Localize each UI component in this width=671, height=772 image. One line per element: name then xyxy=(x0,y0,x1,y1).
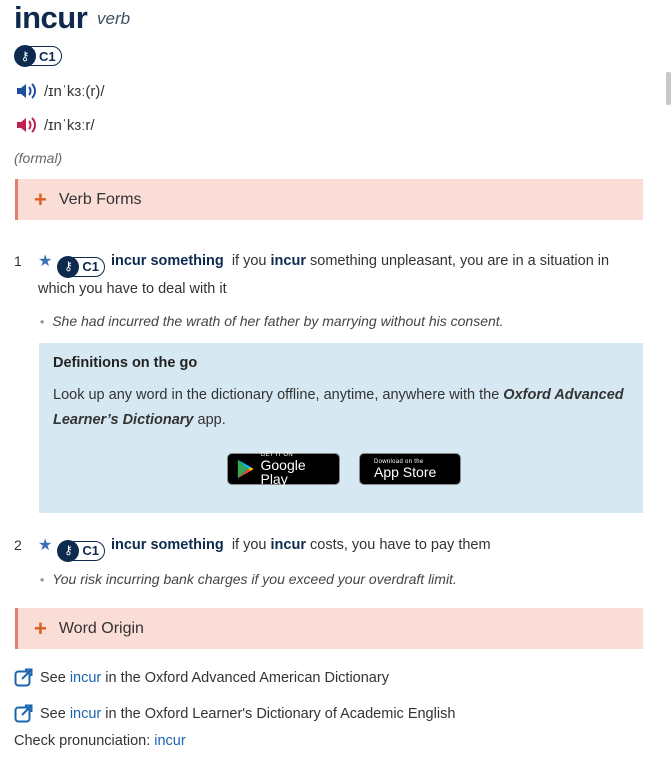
definition-keyword: incur xyxy=(270,537,306,553)
definition-prefix: if you xyxy=(231,537,267,553)
speaker-uk-icon[interactable] xyxy=(16,82,38,100)
verb-forms-label: Verb Forms xyxy=(58,190,142,208)
sense-level-badge[interactable]: ⚷ C1 xyxy=(57,539,105,562)
sense-level-label: C1 xyxy=(82,259,99,274)
oxford-5000-level-badge[interactable]: ⚷ C1 xyxy=(14,45,62,67)
example-sentence: She had incurred the wrath of her father… xyxy=(40,313,503,329)
google-play-button[interactable]: GET IT ON Google Play xyxy=(227,452,340,487)
key-icon: ⚷ xyxy=(57,539,80,562)
external-link-icon xyxy=(14,668,33,687)
part-of-speech: verb xyxy=(97,9,131,28)
definition-text: costs, you have to pay them xyxy=(310,537,491,553)
star-icon: ★ xyxy=(38,537,53,554)
pronunciation-uk: /ɪnˈkɜː(r)/ xyxy=(16,82,105,100)
google-play-text: Google Play xyxy=(260,457,306,487)
sense-level-label: C1 xyxy=(82,543,99,558)
level-label: C1 xyxy=(39,48,56,64)
scrollbar-thumb[interactable] xyxy=(666,72,671,105)
plus-icon: + xyxy=(34,615,47,641)
google-play-icon xyxy=(237,459,254,479)
plus-icon: + xyxy=(34,186,47,212)
app-store-button[interactable]: Download on the App Store xyxy=(359,453,461,485)
word-origin-toggle[interactable]: + Word Origin xyxy=(15,608,643,649)
star-icon: ★ xyxy=(38,253,53,270)
definition-prefix: if you xyxy=(231,253,267,269)
headword: incur xyxy=(14,0,88,35)
app-promo-box: Definitions on the go Look up any word i… xyxy=(39,343,643,513)
american-dictionary-link[interactable]: incur xyxy=(70,670,101,686)
verb-forms-toggle[interactable]: + Verb Forms xyxy=(15,179,643,220)
speaker-us-icon[interactable] xyxy=(16,116,38,134)
see-also-academic: See incur in the Oxford Learner's Dictio… xyxy=(14,704,455,723)
sense-level-badge[interactable]: ⚷ C1 xyxy=(57,255,105,278)
promo-title: Definitions on the go xyxy=(53,355,198,371)
academic-dictionary-link[interactable]: incur xyxy=(70,706,101,722)
sense-number: 1 xyxy=(14,253,22,269)
word-origin-label: Word Origin xyxy=(58,619,144,637)
pronunciation-us-text: /ɪnˈkɜːr/ xyxy=(44,116,95,134)
app-store-text: App Store xyxy=(374,464,437,480)
check-pronunciation-link[interactable]: incur xyxy=(154,733,185,749)
sense-2: 2 ★ ⚷ C1 incur something if you incur costs… xyxy=(14,533,634,562)
key-icon: ⚷ xyxy=(57,255,80,278)
see-also-american: See incur in the Oxford Advanced America… xyxy=(14,668,389,687)
check-pronunciation: Check pronunciation: incur xyxy=(14,733,186,749)
definition-keyword: incur xyxy=(270,253,306,269)
external-link-icon xyxy=(14,704,33,723)
key-icon: ⚷ xyxy=(14,45,36,67)
promo-text: Look up any word in the dictionary offli… xyxy=(53,387,624,428)
sense-1: 1 ★ ⚷ C1 incur something if you incur somet… xyxy=(14,249,634,302)
grammar-pattern: incur something xyxy=(110,537,224,553)
register-label: (formal) xyxy=(14,150,63,166)
pronunciation-uk-text: /ɪnˈkɜː(r)/ xyxy=(44,82,105,100)
example-sentence: You risk incurring bank charges if you e… xyxy=(40,571,457,587)
sense-number: 2 xyxy=(14,537,22,553)
grammar-pattern: incur something xyxy=(110,253,224,269)
pronunciation-us: /ɪnˈkɜːr/ xyxy=(16,116,95,134)
